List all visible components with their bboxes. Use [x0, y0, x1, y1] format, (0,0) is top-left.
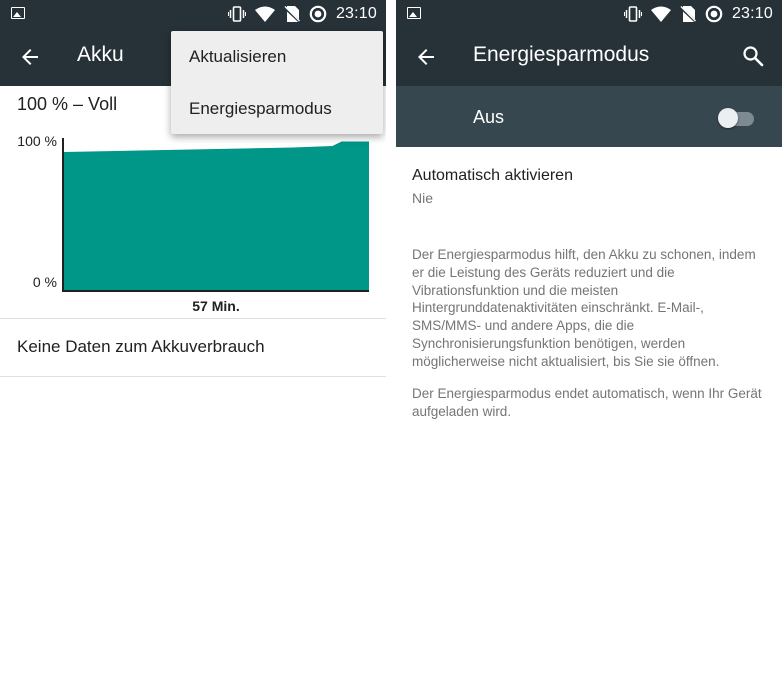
status-icons: 23:10 [623, 4, 773, 24]
wifi-icon [650, 6, 671, 22]
status-bar: 23:10 [396, 0, 782, 28]
vibrate-icon [227, 6, 246, 22]
y-tick-label-top: 100 % [17, 133, 57, 149]
no-sim-icon [679, 6, 696, 22]
vibrate-icon [623, 6, 642, 22]
battery-saver-ring-icon [705, 5, 723, 23]
x-axis-label: 57 Min. [192, 298, 239, 314]
wifi-icon [254, 6, 275, 22]
master-switch-bar[interactable]: Aus [396, 86, 782, 147]
description-paragraph: Der Energiesparmodus endet automatisch, … [412, 386, 762, 419]
battery-history-chart[interactable]: 100 % 0 % 57 Min. [0, 128, 386, 318]
status-time: 23:10 [731, 5, 773, 22]
overflow-menu: Aktualisieren Energiesparmodus [171, 31, 383, 134]
status-icons: 23:10 [227, 4, 377, 24]
battery-saver-toggle[interactable] [718, 108, 754, 128]
image-notification-icon [407, 7, 421, 19]
menu-item-refresh[interactable]: Aktualisieren [189, 47, 286, 67]
app-bar: Energiesparmodus [396, 28, 782, 86]
menu-item-battery-saver[interactable]: Energiesparmodus [189, 99, 332, 119]
no-sim-icon [283, 6, 300, 22]
battery-status-text: 100 % – Voll [17, 94, 118, 114]
auto-enable-value: Nie [412, 190, 434, 206]
page-title: Energiesparmodus [473, 43, 650, 66]
divider [0, 376, 386, 377]
image-notification-icon [11, 7, 25, 19]
battery-screen: 23:10 Akku 100 % – Voll 100 % 0 % 57 Min. … [0, 0, 386, 688]
search-icon[interactable] [741, 44, 765, 68]
page-title: Akku [77, 43, 124, 66]
back-arrow-icon[interactable] [18, 45, 42, 69]
toggle-thumb [718, 108, 738, 128]
status-time: 23:10 [335, 5, 377, 22]
divider [0, 318, 386, 319]
battery-chart-svg: 100 % 0 % 57 Min. [17, 133, 369, 314]
screen-gutter [386, 0, 396, 688]
usage-message: Keine Daten zum Akkuverbrauch [17, 337, 265, 356]
battery-saver-screen: 23:10 Energiesparmodus Aus Automatisch a… [396, 0, 782, 688]
battery-level-area [64, 141, 369, 290]
description-paragraph: Der Energiesparmodus hilft, den Akku zu … [412, 247, 756, 369]
battery-saver-ring-icon [309, 5, 327, 23]
switch-state-label: Aus [473, 107, 505, 127]
back-arrow-icon[interactable] [414, 45, 438, 69]
y-tick-label-bottom: 0 % [33, 274, 57, 290]
auto-enable-title[interactable]: Automatisch aktivieren [412, 167, 573, 185]
status-bar: 23:10 [0, 0, 386, 28]
